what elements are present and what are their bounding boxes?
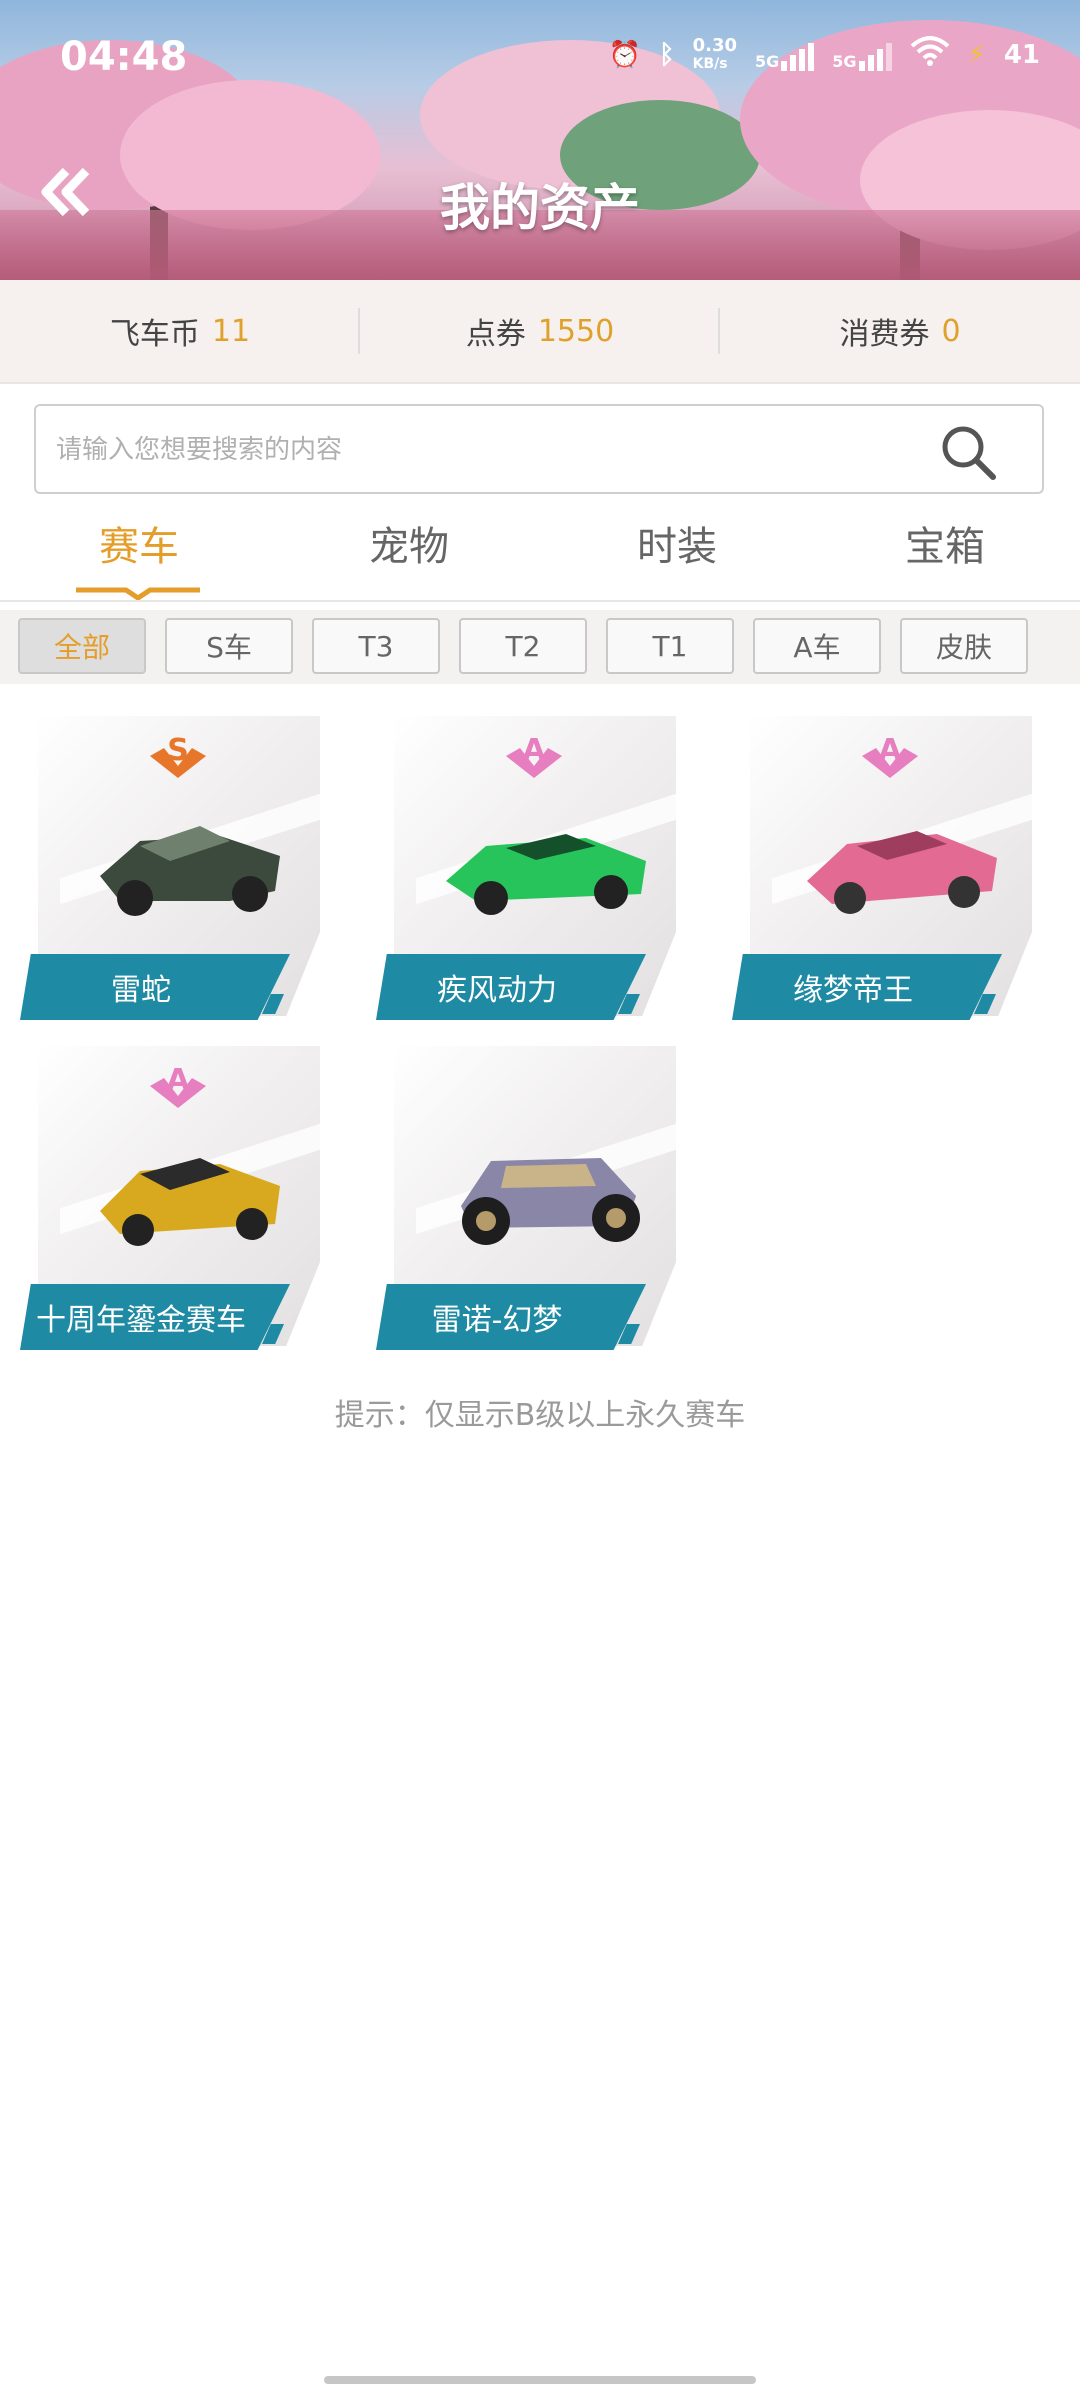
- car-card[interactable]: A 疾风动力: [376, 716, 676, 1020]
- search-icon[interactable]: [938, 422, 998, 482]
- grade-s-badge-icon: S: [150, 733, 206, 778]
- currency-feichebi: 飞车币 11: [0, 280, 360, 382]
- sim2-label: 5G: [832, 51, 857, 71]
- tab-racecars[interactable]: 赛车: [4, 514, 274, 572]
- car-name: 雷蛇: [20, 954, 290, 1020]
- currency-label: 飞车币: [109, 317, 200, 352]
- car-image-icon: [807, 831, 997, 914]
- hint-text: 提示：仅显示B级以上永久赛车: [334, 1398, 746, 1433]
- category-tabs: 赛车 宠物 时装 宝箱: [0, 500, 1080, 602]
- net-speed: 0.30: [692, 34, 738, 56]
- car-card[interactable]: S 雷蛇: [20, 716, 320, 1020]
- svg-text:A: A: [522, 733, 546, 768]
- filter-t3[interactable]: T3: [312, 618, 440, 674]
- currency-value: 11: [211, 313, 251, 349]
- page-title: 我的资产: [440, 179, 640, 237]
- tab-fashion[interactable]: 时装: [542, 514, 812, 572]
- car-name: 十周年鎏金赛车: [20, 1284, 290, 1350]
- battery-level: 41: [1003, 39, 1040, 70]
- currency-bar: 飞车币 11 点券 1550 消费券 0: [0, 280, 1080, 384]
- grade-a-badge-icon: A: [862, 733, 918, 778]
- filter-all[interactable]: 全部: [18, 618, 146, 674]
- grade-a-badge-icon: A: [150, 1063, 206, 1108]
- car-image-icon: [446, 834, 646, 915]
- tab-pets[interactable]: 宠物: [274, 514, 544, 572]
- svg-text:A: A: [878, 733, 902, 768]
- tab-active-indicator: [76, 587, 200, 600]
- filter-a[interactable]: A车: [753, 618, 881, 674]
- filter-t2[interactable]: T2: [459, 618, 587, 674]
- search-input[interactable]: [54, 406, 938, 494]
- filter-t1[interactable]: T1: [606, 618, 734, 674]
- home-indicator[interactable]: [324, 2376, 756, 2384]
- currency-label: 点券: [465, 317, 526, 352]
- wifi-icon: [910, 36, 950, 73]
- status-time: 04:48: [60, 34, 188, 80]
- filter-s[interactable]: S车: [165, 618, 293, 674]
- search-box: [34, 404, 1044, 494]
- car-image-icon: [100, 826, 280, 916]
- car-name: 缘梦帝王: [732, 954, 1002, 1020]
- car-card[interactable]: A 缘梦帝王: [732, 716, 1032, 1020]
- currency-xiaofeiquan: 消费券 0: [720, 280, 1080, 382]
- signal-icon: [858, 39, 892, 71]
- tab-chests[interactable]: 宝箱: [810, 514, 1080, 572]
- filter-skin[interactable]: 皮肤: [900, 618, 1028, 674]
- svg-text:A: A: [166, 1063, 190, 1098]
- alarm-icon: ⏰: [608, 39, 641, 70]
- car-name: 雷诺-幻梦: [376, 1284, 646, 1350]
- svg-text:S: S: [167, 733, 189, 768]
- grade-a-badge-icon: A: [506, 733, 562, 778]
- currency-label: 消费券: [839, 317, 930, 352]
- car-image-icon: [461, 1158, 640, 1245]
- car-card[interactable]: A 十周年鎏金赛车: [20, 1046, 320, 1350]
- sim1-label: 5G: [755, 51, 780, 71]
- car-card[interactable]: 雷诺-幻梦: [376, 1046, 676, 1350]
- car-image-icon: [100, 1158, 280, 1246]
- currency-value: 1550: [537, 313, 615, 349]
- bluetooth-icon: ᛒ: [658, 39, 675, 70]
- signal-icon: [781, 39, 815, 71]
- header-banner: 04:48 ⏰ ᛒ 0.30 KB/s 5G 5G ⚡ 41 我的资产: [0, 0, 1080, 280]
- net-unit: KB/s: [692, 55, 728, 72]
- currency-value: 0: [941, 313, 961, 349]
- filter-bar: 全部 S车 T3 T2 T1 A车 皮肤: [0, 610, 1080, 684]
- charging-icon: ⚡: [967, 39, 986, 70]
- status-bar: 04:48 ⏰ ᛒ 0.30 KB/s 5G 5G ⚡ 41: [0, 0, 1080, 110]
- currency-dianquan: 点券 1550: [360, 280, 720, 382]
- car-name: 疾风动力: [376, 954, 646, 1020]
